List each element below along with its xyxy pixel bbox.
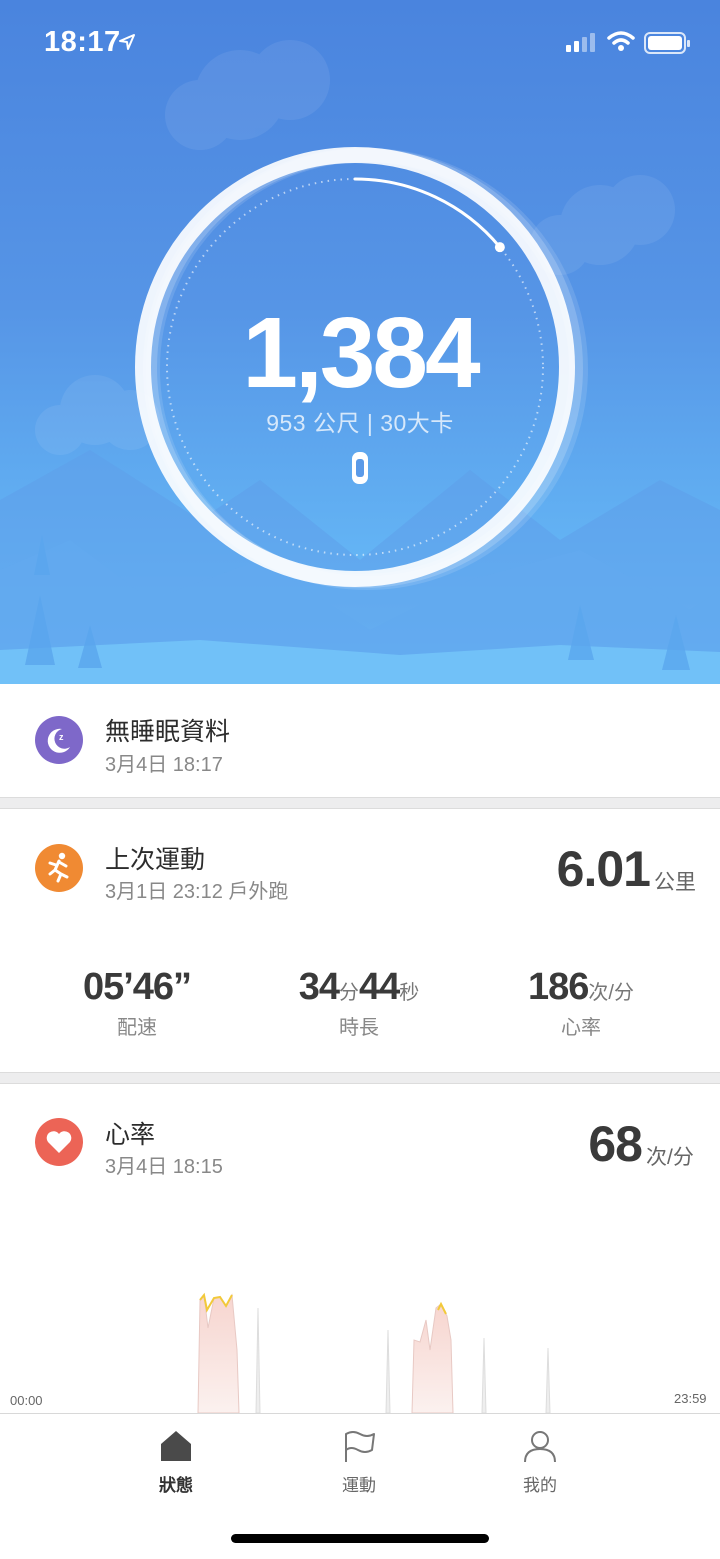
location-arrow-icon [119, 34, 135, 50]
card-divider [0, 1072, 720, 1084]
flag-icon [345, 1431, 375, 1462]
axis-end-label: 23:59 [674, 1391, 707, 1406]
heart-icon [46, 1131, 72, 1153]
sleep-time: 3月4日 18:17 [105, 754, 223, 776]
moon-icon: z [47, 728, 70, 753]
duration-seconds: 44 [359, 966, 400, 1008]
activity-hero: 18:17 1,384 953 公尺 | 30大卡 [0, 0, 720, 684]
duration-label: 時長 [339, 1017, 379, 1039]
heart-rate-unit: 次/分 [646, 1146, 694, 1169]
status-time: 18:17 [44, 26, 121, 58]
workout-badge [35, 844, 83, 892]
tab-status-label: 狀態 [159, 1476, 193, 1495]
heart-rate-title: 心率 [105, 1121, 156, 1149]
workout-subtitle: 3月1日 23:12 戶外跑 [105, 881, 289, 903]
band-icon[interactable] [350, 450, 370, 486]
workout-heart-rate-label: 心率 [561, 1017, 601, 1039]
signal-icon [566, 33, 595, 52]
heart-rate-value: 68 [588, 1116, 643, 1172]
heart-badge [35, 1118, 83, 1166]
home-indicator[interactable] [231, 1534, 489, 1543]
heart-rate-graph[interactable] [0, 1280, 720, 1414]
battery-icon [644, 32, 690, 54]
axis-start-label: 00:00 [10, 1393, 43, 1408]
workout-title: 上次運動 [105, 846, 206, 874]
workout-distance: 6.01 [556, 841, 651, 897]
tab-workout-label: 運動 [342, 1476, 376, 1495]
workout-heart-rate-stat: 186次/分 心率 [471, 966, 691, 1040]
runner-icon [48, 852, 69, 883]
heart-rate-time: 3月4日 18:15 [105, 1156, 223, 1178]
pace-label: 配速 [117, 1017, 157, 1039]
duration-stat: 34分44秒 時長 [249, 966, 469, 1040]
card-divider [0, 797, 720, 809]
workout-heart-rate-unit: 次/分 [588, 982, 634, 1004]
profile-icon [524, 1431, 556, 1463]
tab-profile[interactable]: 我的 [480, 1428, 600, 1496]
duration-minutes: 34 [298, 966, 340, 1008]
pace-value: 05’46” [82, 966, 192, 1008]
status-bar: 18:17 [0, 0, 720, 88]
pace-stat: 05’46” 配速 [27, 966, 247, 1040]
duration-minutes-unit: 分 [339, 982, 359, 1004]
distance-calories: 953 公尺 | 30大卡 [266, 410, 454, 436]
tab-profile-label: 我的 [523, 1476, 557, 1495]
home-icon [161, 1431, 191, 1461]
sleep-title: 無睡眠資料 [105, 718, 231, 746]
tab-workout[interactable]: 運動 [299, 1428, 419, 1496]
wifi-icon [607, 31, 635, 51]
svg-text:z: z [59, 732, 64, 742]
sleep-badge: z [35, 716, 83, 764]
step-count[interactable]: 1,384 [160, 298, 560, 408]
workout-distance-unit: 公里 [654, 871, 696, 894]
tab-status[interactable]: 狀態 [116, 1428, 236, 1496]
workout-heart-rate-value: 186 [528, 966, 589, 1008]
duration-seconds-unit: 秒 [399, 982, 420, 1004]
